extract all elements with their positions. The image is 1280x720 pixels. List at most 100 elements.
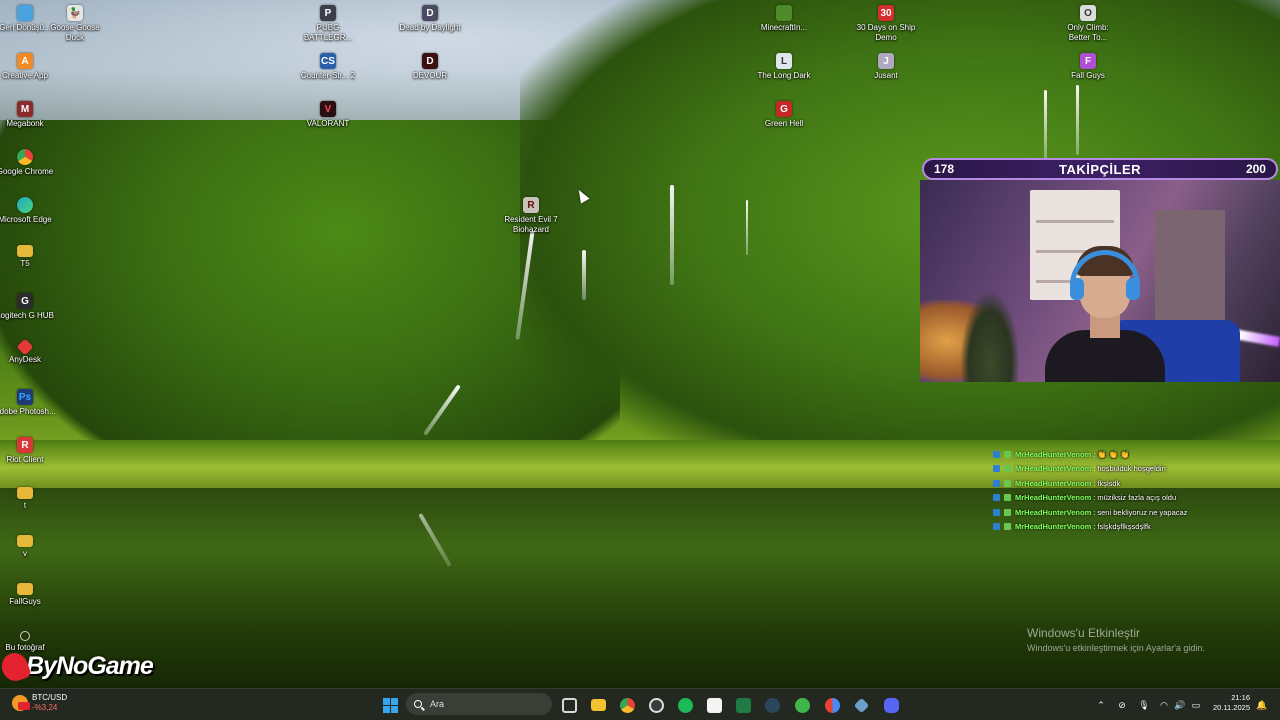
desktop-icon-label: 30 Days on Ship Demo [856, 23, 916, 42]
taskbar-app-excel[interactable] [731, 693, 755, 717]
desktop-icon[interactable]: v [0, 535, 56, 559]
follower-goal-title: TAKİPÇİLER [1058, 161, 1142, 177]
chat-message: MrHeadHunterVenom: fkşlsdk [993, 476, 1278, 491]
badge-icon [993, 523, 1000, 531]
tray-microphone[interactable]: 🎙 [1136, 693, 1152, 717]
start-button[interactable] [378, 693, 402, 717]
badge-icon [1004, 508, 1011, 516]
taskbar-app-task-view[interactable] [557, 693, 581, 717]
desktop-icon[interactable]: MinecraftIn... [753, 5, 815, 33]
desktop-icon[interactable]: t [0, 487, 56, 511]
taskbar-app-tool[interactable] [849, 693, 873, 717]
only-climb-icon: O [1080, 5, 1096, 21]
wifi-icon: ◠ [1160, 699, 1168, 710]
chat-overlay: MrHeadHunterVenom: 👏 👏 👏 MrHeadHunterVeno… [993, 447, 1278, 534]
desktop-icon[interactable]: 🦆 Goose Goose Duck [44, 5, 106, 43]
desktop-icon[interactable]: Google Chrome [0, 149, 56, 177]
desktop-icon-label: Green Hell [764, 119, 804, 128]
taskbar-app-chrome-profile[interactable] [820, 693, 844, 717]
chat-username: MrHeadHunterVenom [1015, 464, 1092, 474]
desktop-icon[interactable]: J Jusant [855, 53, 917, 81]
badge-icon [993, 508, 1000, 516]
taskbar-app-store[interactable] [702, 693, 726, 717]
taskbar-app-spotify[interactable] [673, 693, 697, 717]
desktop-icon[interactable]: O Only Climb: Better To... [1057, 5, 1119, 43]
notifications-button[interactable]: 🔔 [1254, 693, 1270, 717]
taskbar-app-discord[interactable] [879, 693, 903, 717]
waterfall [1044, 90, 1047, 160]
tray-network-off[interactable]: ⊘ [1114, 693, 1130, 717]
search-placeholder: Ara [430, 699, 445, 709]
desktop-icon[interactable]: CS Counter-Str... 2 [297, 53, 359, 81]
desktop-icon[interactable]: FallGuys [0, 583, 56, 607]
file-explorer-icon [590, 699, 606, 711]
taskbar-app-chrome[interactable] [615, 693, 639, 717]
chat-separator: : [1093, 464, 1096, 474]
search-icon [414, 700, 422, 708]
taskbar-search[interactable]: Ara [406, 693, 552, 715]
chat-username: MrHeadHunterVenom [1015, 493, 1092, 503]
microphone-icon: 🎙 [1138, 699, 1150, 710]
badge-icon [1004, 479, 1011, 487]
follower-goal-bar: 178 TAKİPÇİLER 200 [922, 158, 1278, 180]
discord-icon [883, 697, 899, 713]
green-hell-icon: G [776, 101, 792, 117]
counter-strike-icon: CS [320, 53, 336, 69]
desktop-icon[interactable]: D DEVOUR [399, 53, 461, 81]
bitcoin-icon [12, 695, 30, 711]
tray-battery[interactable]: ▭ [1188, 693, 1204, 717]
jusant-icon: J [878, 53, 894, 69]
badge-icon [993, 450, 1000, 458]
desktop-icon[interactable]: 30 30 Days on Ship Demo [855, 5, 917, 43]
waterfall [1076, 85, 1079, 155]
desktop-icon-label: The Long Dark [757, 71, 811, 80]
chat-separator: : [1093, 493, 1096, 503]
taskbar-app-steam[interactable] [760, 693, 784, 717]
desktop-icon[interactable]: Microsoft Edge [0, 197, 56, 225]
volume-icon: 🔊 [1174, 699, 1186, 710]
desktop-icon[interactable]: P PUBG BATTLEGR... [297, 5, 359, 43]
desktop-icon[interactable]: G Logitech G HUB [0, 293, 56, 321]
system-clock[interactable]: 21:16 20.11.2025 [1208, 693, 1250, 713]
desktop-icon[interactable]: R Resident Evil 7 Biohazard [500, 197, 562, 235]
desktop-icon-label: Only Climb: Better To... [1067, 23, 1109, 42]
desktop-icon[interactable]: A Creative App [0, 53, 56, 81]
desktop-icon[interactable]: Ps Adobe Photosh... [0, 389, 56, 417]
ticker-widget[interactable]: BTC/USD -%3,24 [12, 693, 67, 713]
desktop-icon[interactable]: Bu fotoğraf [0, 631, 56, 653]
desktop-icon[interactable]: L The Long Dark [753, 53, 815, 81]
tray-wifi[interactable]: ◠ [1156, 693, 1172, 717]
desktop-icon[interactable]: G Green Hell [753, 101, 815, 129]
badge-icon [1004, 494, 1011, 502]
chat-message: MrHeadHunterVenom: hoşbulduk hoşgeldin [993, 462, 1278, 477]
taskbar-app-xbox[interactable] [790, 693, 814, 717]
headset-earcup [1070, 278, 1084, 300]
folder-icon [17, 487, 33, 499]
taskbar-app-obs[interactable] [644, 693, 668, 717]
desktop-icon[interactable]: M Megabonk [0, 101, 56, 129]
taskbar: BTC/USD -%3,24 ⌃ ⊘ 🎙 ◠ 🔊 ▭ 🔔 [0, 688, 1280, 720]
fall-guys-icon: F [1080, 53, 1096, 69]
badge-icon [993, 479, 1000, 487]
desktop-icon[interactable]: R Riot Client [0, 437, 56, 465]
desktop-icon-label: t [23, 501, 27, 510]
desktop-icon[interactable]: D Dead by Daylight [399, 5, 461, 33]
desktop-icon[interactable]: F Fall Guys [1057, 53, 1119, 81]
ticker-name: BTC/USD [32, 693, 68, 702]
taskbar-app-file-explorer[interactable] [586, 693, 610, 717]
desktop-icon[interactable]: V VALORANT [297, 101, 359, 129]
ticker-change: -%3,24 [32, 703, 58, 712]
chevron-up-icon: ⌃ [1097, 699, 1105, 710]
shelf-board [1036, 220, 1114, 223]
desktop-icon-label: VALORANT [306, 119, 350, 128]
show-hidden-icons-button[interactable]: ⌃ [1093, 693, 1109, 717]
badge-icon [993, 494, 1000, 502]
chrome-icon [619, 697, 635, 713]
desktop-icon-label: AnyDesk [8, 355, 41, 364]
badge-icon [993, 465, 1000, 473]
folder-icon [17, 583, 33, 595]
desktop-icon[interactable]: AnyDesk [0, 338, 56, 365]
desktop-icon[interactable]: T5 [0, 245, 56, 269]
chat-username: MrHeadHunterVenom [1015, 449, 1092, 459]
tray-volume[interactable]: 🔊 [1172, 693, 1188, 717]
